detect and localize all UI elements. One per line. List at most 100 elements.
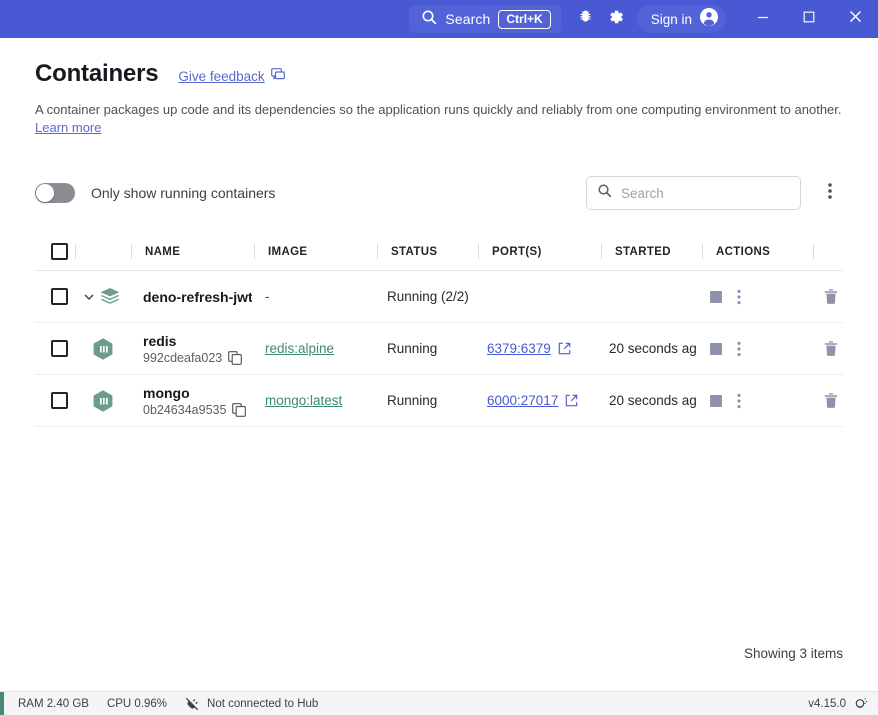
row-delete-cell	[806, 340, 856, 357]
page-header: Containers Give feedback	[35, 38, 843, 88]
search-shortcut-badge: Ctrl+K	[498, 9, 551, 29]
row-status-cell: Running	[374, 340, 474, 358]
row-checkbox[interactable]	[51, 288, 68, 306]
app-version: v4.15.0	[808, 697, 846, 710]
copy-icon[interactable]	[228, 351, 243, 365]
row-actions-cell	[696, 393, 806, 409]
status-text: Running	[387, 340, 438, 356]
select-all-cell	[35, 243, 75, 261]
stop-button[interactable]	[709, 342, 723, 356]
minimize-button[interactable]	[740, 0, 786, 38]
stop-button[interactable]	[709, 290, 723, 304]
column-divider	[75, 244, 76, 260]
row-icon-cell	[75, 335, 130, 363]
row-actions-cell	[696, 341, 806, 357]
container-image-link[interactable]: redis:alpine	[265, 341, 334, 356]
container-name: redis	[143, 332, 177, 349]
row-checkbox[interactable]	[51, 392, 68, 410]
only-running-label: Only show running containers	[91, 185, 276, 202]
give-feedback-label: Give feedback	[178, 69, 265, 84]
container-id: 992cdeafa023	[143, 350, 223, 365]
column-header-name[interactable]: NAME	[132, 246, 254, 258]
stop-button[interactable]	[709, 394, 723, 408]
gear-icon	[607, 8, 625, 31]
container-image: -	[265, 288, 270, 304]
toggle-switch[interactable]	[35, 183, 75, 204]
table-row[interactable]: redis 992cdeafa023 redis:alpine Running …	[35, 323, 843, 376]
global-search-label: Search	[445, 11, 491, 27]
search-input[interactable]	[621, 185, 790, 201]
bug-report-button[interactable]	[571, 4, 601, 34]
port-link[interactable]: 6379:6379	[487, 341, 571, 356]
status-bar: RAM 2.40 GB CPU 0.96% Not connected to H…	[0, 691, 878, 715]
column-header-status[interactable]: STATUS	[378, 246, 478, 258]
row-delete-cell	[806, 392, 856, 409]
table-row[interactable]: mongo 0b24634a9535 mongo:latest Running …	[35, 375, 843, 428]
container-name: mongo	[143, 384, 190, 401]
row-delete-cell	[806, 288, 856, 305]
column-header-actions[interactable]: ACTIONS	[703, 246, 813, 258]
cpu-usage: CPU 0.96%	[106, 697, 168, 710]
maximize-icon	[803, 10, 815, 28]
hub-status-label: Not connected to Hub	[207, 697, 319, 710]
column-divider	[813, 244, 814, 260]
delete-button[interactable]	[823, 392, 839, 409]
row-actions-cell	[696, 289, 806, 305]
table-row[interactable]: deno-refresh-jwt - Running (2/2)	[35, 271, 843, 324]
port-link[interactable]: 6000:27017	[487, 393, 578, 408]
give-feedback-link[interactable]: Give feedback	[178, 67, 285, 86]
hub-connection-status[interactable]: Not connected to Hub	[185, 697, 318, 711]
table-overflow-menu-button[interactable]	[817, 178, 843, 208]
lightbulb-icon[interactable]	[854, 697, 868, 711]
settings-button[interactable]	[601, 4, 631, 34]
row-started-cell: 20 seconds ag	[596, 340, 696, 358]
row-status-cell: Running (2/2)	[374, 288, 474, 306]
row-checkbox[interactable]	[51, 340, 68, 358]
search-container-box[interactable]	[586, 176, 801, 211]
row-overflow-menu-button[interactable]	[737, 341, 741, 357]
table-header-row: NAME IMAGE STATUS PORT(S) STARTED ACTION…	[35, 233, 843, 272]
row-overflow-menu-button[interactable]	[737, 289, 741, 305]
search-icon	[597, 183, 612, 203]
delete-button[interactable]	[823, 288, 839, 305]
container-id-row: 0b24634a9535	[143, 403, 252, 417]
containers-table: NAME IMAGE STATUS PORT(S) STARTED ACTION…	[35, 233, 843, 428]
row-image-cell: mongo:latest	[252, 392, 374, 410]
row-name-cell: mongo 0b24634a9535	[130, 385, 252, 417]
status-text: Running	[387, 392, 438, 408]
row-icon-cell	[75, 387, 130, 415]
status-metrics: RAM 2.40 GB CPU 0.96% Not connected to H…	[4, 697, 318, 711]
copy-icon[interactable]	[232, 403, 247, 417]
row-overflow-menu-button[interactable]	[737, 393, 741, 409]
row-image-cell: redis:alpine	[252, 340, 374, 358]
description-text: A container packages up code and its dep…	[35, 102, 842, 117]
chevron-down-icon[interactable]	[83, 291, 95, 303]
learn-more-link[interactable]: Learn more	[35, 120, 101, 135]
ram-usage: RAM 2.40 GB	[18, 697, 89, 710]
status-text: Running (2/2)	[387, 288, 469, 304]
container-box-icon	[89, 387, 117, 415]
global-search-button[interactable]: Search Ctrl+K	[409, 5, 561, 33]
column-header-image[interactable]: IMAGE	[255, 246, 377, 258]
only-running-toggle[interactable]: Only show running containers	[35, 183, 276, 204]
stack-layers-icon	[98, 285, 122, 309]
delete-button[interactable]	[823, 340, 839, 357]
column-header-ports[interactable]: PORT(S)	[479, 246, 601, 258]
plug-disconnected-icon	[185, 697, 199, 711]
sign-in-button[interactable]: Sign in	[636, 5, 726, 33]
select-all-checkbox[interactable]	[51, 243, 68, 261]
minimize-icon	[757, 10, 769, 28]
row-select-cell	[35, 288, 75, 306]
maximize-button[interactable]	[786, 0, 832, 38]
started-text: 20 seconds ag	[609, 392, 696, 408]
filter-toolbar: Only show running containers	[35, 175, 843, 211]
row-started-cell: 20 seconds ag	[596, 392, 696, 410]
bug-icon	[577, 8, 594, 30]
container-id: 0b24634a9535	[143, 402, 227, 417]
row-ports-cell: 6000:27017	[474, 392, 596, 410]
close-button[interactable]	[832, 0, 878, 38]
column-header-started[interactable]: STARTED	[602, 246, 702, 258]
container-image-link[interactable]: mongo:latest	[265, 393, 342, 408]
status-right: v4.15.0	[808, 697, 868, 711]
container-name: deno-refresh-jwt	[143, 288, 252, 305]
